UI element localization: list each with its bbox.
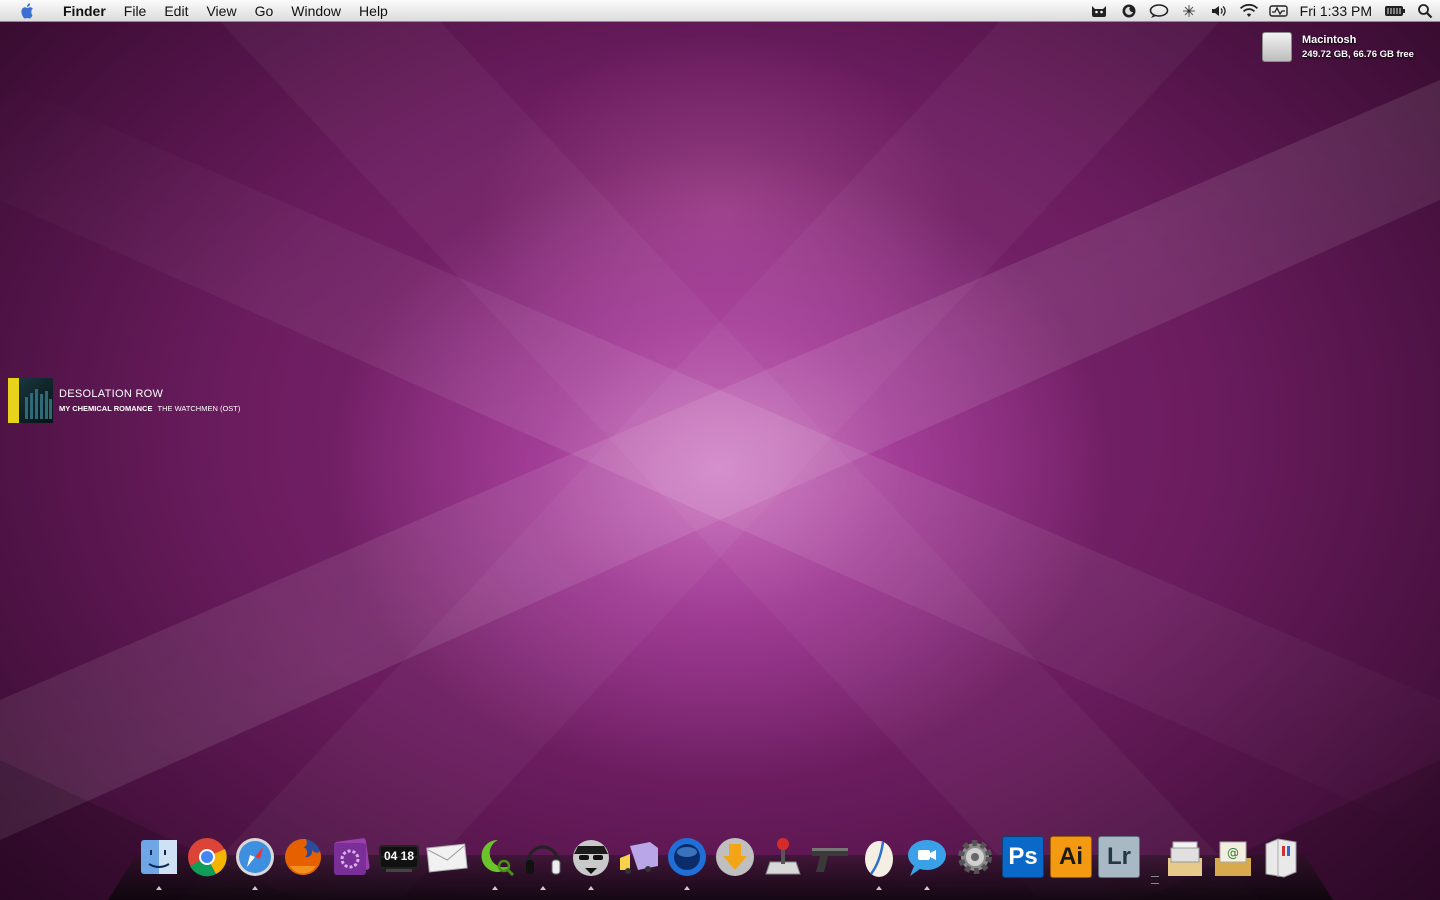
edit-menu[interactable]: Edit — [155, 0, 197, 22]
file-menu[interactable]: File — [115, 0, 156, 22]
macintosh-hd-icon[interactable]: Macintosh 249.72 GB, 66.76 GB free — [1262, 32, 1414, 62]
dock-photoshop[interactable]: Ps — [999, 836, 1047, 892]
dock-download-arrow[interactable] — [711, 836, 759, 892]
trash-icon — [1260, 836, 1302, 878]
dock-downloads-stack[interactable]: @ — [1209, 836, 1257, 892]
moon-icon[interactable] — [1114, 0, 1144, 22]
gear-icon — [954, 836, 996, 878]
dock-separator[interactable] — [1143, 836, 1161, 892]
dock-system-preferences[interactable] — [951, 836, 999, 892]
now-playing-widget[interactable]: DESOLATION ROW MY CHEMICAL ROMANCE THE WA… — [8, 378, 240, 423]
dock-finder[interactable] — [135, 836, 183, 892]
menu-clock[interactable]: Fri 1:33 PM — [1294, 0, 1380, 22]
track-album: THE WATCHMEN (OST) — [157, 404, 241, 413]
help-menu[interactable]: Help — [350, 0, 397, 22]
hard-drive-icon — [1262, 32, 1292, 62]
go-menu[interactable]: Go — [246, 0, 283, 22]
window-menu[interactable]: Window — [282, 0, 350, 22]
green-moon-icon — [474, 836, 516, 878]
dock-trash[interactable] — [1257, 836, 1305, 892]
app-name-menu[interactable]: Finder — [54, 0, 115, 22]
dock-blue-ring[interactable] — [663, 836, 711, 892]
headphones-icon — [522, 836, 564, 878]
dock-moon-search[interactable] — [471, 836, 519, 892]
chrome-icon — [186, 836, 228, 878]
bluetooth-icon[interactable] — [1174, 0, 1204, 22]
album-art — [8, 378, 53, 423]
clock-widget-label: 04 18 — [383, 849, 415, 863]
dock-documents-stack[interactable] — [1161, 836, 1209, 892]
dock-illustrator[interactable]: Ai — [1047, 836, 1095, 892]
joystick-icon — [762, 836, 804, 878]
svg-text:@: @ — [1227, 846, 1239, 860]
blue-ring-icon — [666, 836, 708, 878]
dock: 04 18 Ps Ai Lr @ — [135, 836, 1305, 892]
dock-pistol[interactable] — [807, 836, 855, 892]
menu-bar: Finder File Edit View Go Window Help Fri… — [0, 0, 1440, 22]
spy-icon — [570, 836, 612, 878]
lightroom-icon: Lr — [1098, 836, 1140, 878]
battery-icon[interactable] — [1380, 0, 1410, 22]
finder-icon — [138, 836, 180, 878]
apple-menu-icon[interactable] — [0, 0, 54, 22]
track-artist: MY CHEMICAL ROMANCE — [59, 404, 153, 413]
dock-headphones[interactable] — [519, 836, 567, 892]
dock-joystick[interactable] — [759, 836, 807, 892]
drive-name: Macintosh — [1302, 34, 1357, 46]
dock-egg[interactable] — [855, 836, 903, 892]
dock-purple-app[interactable] — [327, 836, 375, 892]
ichat-icon — [906, 836, 948, 878]
wifi-icon[interactable] — [1234, 0, 1264, 22]
volume-icon[interactable] — [1204, 0, 1234, 22]
safari-icon — [234, 836, 276, 878]
flip-clock-icon: 04 18 — [378, 836, 420, 878]
dock-spy-app[interactable] — [567, 836, 615, 892]
downloads-stack-icon: @ — [1212, 836, 1254, 878]
photoshop-icon: Ps — [1002, 836, 1044, 878]
dock-safari[interactable] — [231, 836, 279, 892]
firefox-icon — [282, 836, 324, 878]
dock-firefox[interactable] — [279, 836, 327, 892]
cat-icon[interactable] — [1084, 0, 1114, 22]
dock-ichat[interactable] — [903, 836, 951, 892]
purple-gear-icon — [330, 836, 372, 878]
photoshop-label: Ps — [1008, 843, 1038, 870]
mail-icon — [426, 836, 468, 878]
egg-icon — [858, 836, 900, 878]
dock-clock-widget[interactable]: 04 18 — [375, 836, 423, 892]
pistol-icon — [810, 836, 852, 878]
spotlight-icon[interactable] — [1410, 0, 1440, 22]
view-menu[interactable]: View — [197, 0, 245, 22]
desktop-wallpaper — [0, 0, 1440, 900]
illustrator-label: Ai — [1059, 843, 1083, 870]
illustrator-icon: Ai — [1050, 836, 1092, 878]
download-arrow-icon — [714, 836, 756, 878]
dock-mail[interactable] — [423, 836, 471, 892]
truck-icon — [618, 836, 660, 878]
drive-info: 249.72 GB, 66.76 GB free — [1302, 49, 1414, 60]
dock-lightroom[interactable]: Lr — [1095, 836, 1143, 892]
lightroom-label: Lr — [1107, 843, 1131, 870]
track-title: DESOLATION ROW — [59, 388, 164, 400]
dock-delivery-truck[interactable] — [615, 836, 663, 892]
chat-bubble-icon[interactable] — [1144, 0, 1174, 22]
documents-stack-icon — [1164, 836, 1206, 878]
activity-icon[interactable] — [1264, 0, 1294, 22]
dock-chrome[interactable] — [183, 836, 231, 892]
